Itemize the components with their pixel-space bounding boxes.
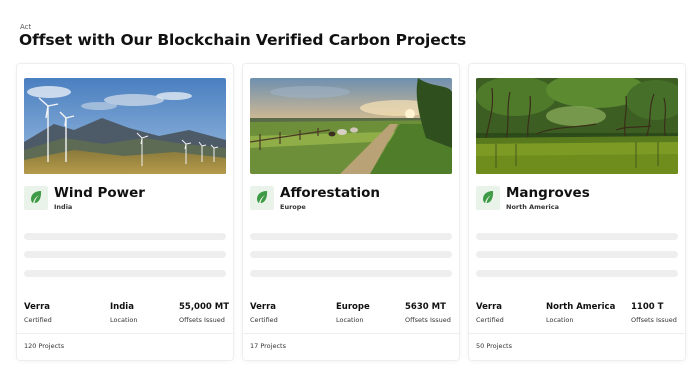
- stat-value: Verra: [24, 302, 50, 312]
- mangrove-forest-photo: [476, 78, 678, 174]
- stat-location: India Location: [110, 302, 138, 324]
- project-count[interactable]: 17 Projects: [250, 342, 286, 350]
- leaf-icon: [481, 189, 495, 208]
- skeleton-line: [250, 270, 452, 277]
- project-title: Wind Power: [54, 185, 145, 201]
- project-cards: Wind Power India Verra Certified India L…: [0, 0, 700, 386]
- skeleton-line: [476, 233, 678, 240]
- stat-value: Europe: [336, 302, 370, 312]
- leaf-icon-tile: [476, 186, 500, 210]
- stat-certified: Verra Certified: [250, 302, 278, 324]
- countryside-sunset-photo: [250, 78, 452, 174]
- skeleton-line: [24, 233, 226, 240]
- leaf-icon-tile: [24, 186, 48, 210]
- stat-offsets: 5630 MT Offsets Issued: [405, 302, 451, 324]
- leaf-icon: [255, 189, 269, 208]
- stat-value: North America: [546, 302, 616, 312]
- stat-value: 5630 MT: [405, 302, 446, 312]
- card-divider: [17, 333, 233, 334]
- leaf-icon: [29, 189, 43, 208]
- stat-label: Location: [336, 316, 364, 324]
- project-title: Mangroves: [506, 185, 590, 201]
- project-region: India: [54, 203, 73, 211]
- stat-label: Location: [546, 316, 574, 324]
- stat-label: Offsets Issued: [405, 316, 451, 324]
- project-card-afforestation[interactable]: Afforestation Europe Verra Certified Eur…: [243, 64, 459, 360]
- project-count[interactable]: 50 Projects: [476, 342, 512, 350]
- stat-offsets: 1100 T Offsets Issued: [631, 302, 677, 324]
- stat-location: North America Location: [546, 302, 615, 324]
- wind-turbines-photo: [24, 78, 226, 174]
- stat-certified: Verra Certified: [24, 302, 52, 324]
- skeleton-line: [250, 251, 452, 258]
- project-count[interactable]: 120 Projects: [24, 342, 64, 350]
- stat-certified: Verra Certified: [476, 302, 504, 324]
- card-divider: [469, 333, 685, 334]
- stat-value: 55,000 MT: [179, 302, 230, 312]
- card-divider: [243, 333, 459, 334]
- skeleton-line: [24, 251, 226, 258]
- stat-label: Offsets Issued: [179, 316, 225, 324]
- stat-offsets: 55,000 MT Offsets Issued: [179, 302, 229, 324]
- stat-label: Location: [110, 316, 138, 324]
- skeleton-line: [476, 270, 678, 277]
- stat-value: 1100 T: [631, 302, 664, 312]
- skeleton-line: [476, 251, 678, 258]
- skeleton-line: [24, 270, 226, 277]
- project-region: Europe: [280, 203, 306, 211]
- stat-location: Europe Location: [336, 302, 370, 324]
- skeleton-line: [250, 233, 452, 240]
- stat-label: Certified: [476, 316, 504, 324]
- stat-label: Offsets Issued: [631, 316, 677, 324]
- project-region: North America: [506, 203, 559, 211]
- project-card-wind-power[interactable]: Wind Power India Verra Certified India L…: [17, 64, 233, 360]
- stat-value: Verra: [250, 302, 276, 312]
- project-title: Afforestation: [280, 185, 381, 201]
- stat-label: Certified: [250, 316, 278, 324]
- project-card-mangroves[interactable]: Mangroves North America Verra Certified …: [469, 64, 685, 360]
- stat-value: Verra: [476, 302, 502, 312]
- leaf-icon-tile: [250, 186, 274, 210]
- stat-label: Certified: [24, 316, 52, 324]
- stat-value: India: [110, 302, 134, 312]
